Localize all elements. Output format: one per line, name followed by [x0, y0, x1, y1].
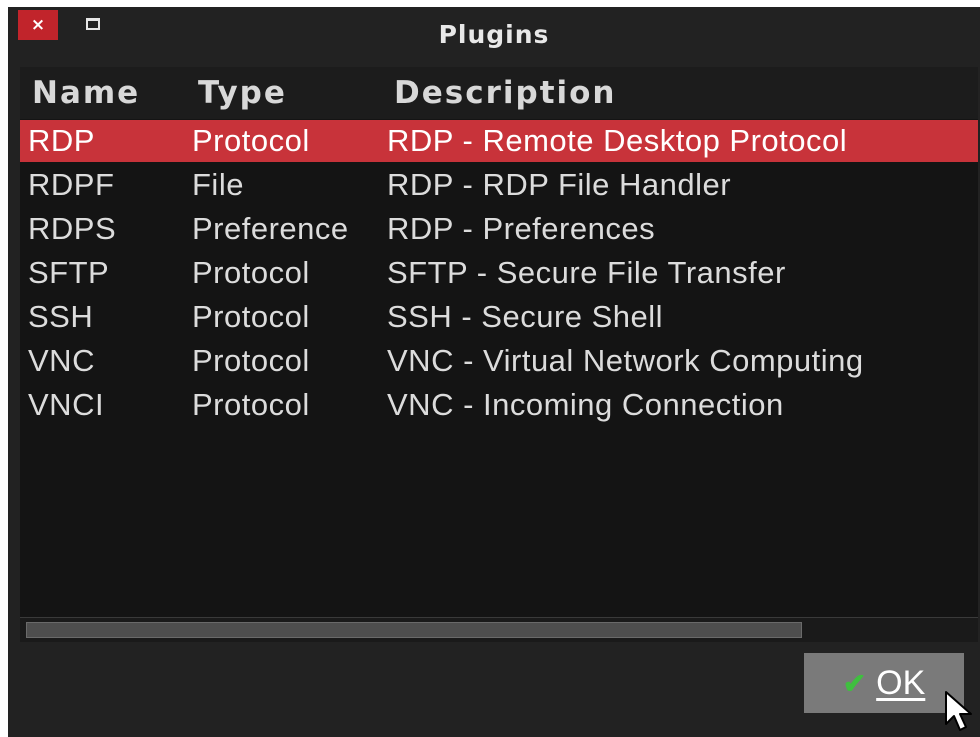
table-row[interactable]: SSH Protocol SSH - Secure Shell — [20, 296, 978, 340]
cell-name: RDP — [28, 123, 95, 158]
cell-name: RDPF — [28, 167, 115, 202]
window-title: Plugins — [438, 20, 550, 49]
table-row[interactable]: SFTP Protocol SFTP - Secure File Transfe… — [20, 252, 978, 296]
cell-description: RDP - Remote Desktop Protocol — [387, 123, 848, 158]
cell-type: Protocol — [192, 123, 310, 158]
cell-name: VNC — [28, 343, 95, 378]
cell-description: SSH - Secure Shell — [387, 299, 664, 334]
ok-button[interactable]: ✔ OK — [804, 653, 964, 713]
table-row[interactable]: RDPF File RDP - RDP File Handler — [20, 164, 978, 208]
cell-type: Protocol — [192, 299, 310, 334]
cell-name: SSH — [28, 299, 94, 334]
cell-type: Preference — [192, 211, 349, 246]
cell-type: Protocol — [192, 255, 310, 290]
cell-description: VNC - Virtual Network Computing — [387, 343, 864, 378]
cell-type: Protocol — [192, 343, 310, 378]
column-header-type[interactable]: Type — [198, 75, 287, 111]
cell-type: Protocol — [192, 387, 310, 422]
scrollbar-thumb[interactable] — [26, 622, 802, 638]
cell-type: File — [192, 167, 244, 202]
table-row[interactable]: RDPS Preference RDP - Preferences — [20, 208, 978, 252]
cell-description: SFTP - Secure File Transfer — [387, 255, 786, 290]
check-icon: ✔ — [842, 667, 867, 699]
cell-description: RDP - Preferences — [387, 211, 656, 246]
mouse-cursor-icon — [945, 691, 972, 731]
table-row[interactable]: VNCI Protocol VNC - Incoming Connection — [20, 384, 978, 428]
table-body: RDP Protocol RDP - Remote Desktop Protoc… — [20, 120, 978, 428]
table-row[interactable]: RDP Protocol RDP - Remote Desktop Protoc… — [20, 120, 978, 162]
cell-description: RDP - RDP File Handler — [387, 167, 732, 202]
horizontal-scrollbar[interactable] — [20, 617, 978, 642]
cell-name: RDPS — [28, 211, 117, 246]
table-row[interactable]: VNC Protocol VNC - Virtual Network Compu… — [20, 340, 978, 384]
column-header-description[interactable]: Description — [394, 75, 617, 111]
cell-description: VNC - Incoming Connection — [387, 387, 784, 422]
ok-button-label: OK — [876, 663, 926, 702]
column-header-name[interactable]: Name — [32, 75, 140, 111]
plugins-dialog: × Plugins Name Type Description RDP Prot… — [8, 7, 980, 737]
table-header: Name Type Description — [20, 67, 978, 119]
cell-name: SFTP — [28, 255, 110, 290]
title-bar: × Plugins — [8, 7, 980, 53]
cell-name: VNCI — [28, 387, 105, 422]
plugin-list[interactable]: Name Type Description RDP Protocol RDP -… — [20, 67, 978, 639]
